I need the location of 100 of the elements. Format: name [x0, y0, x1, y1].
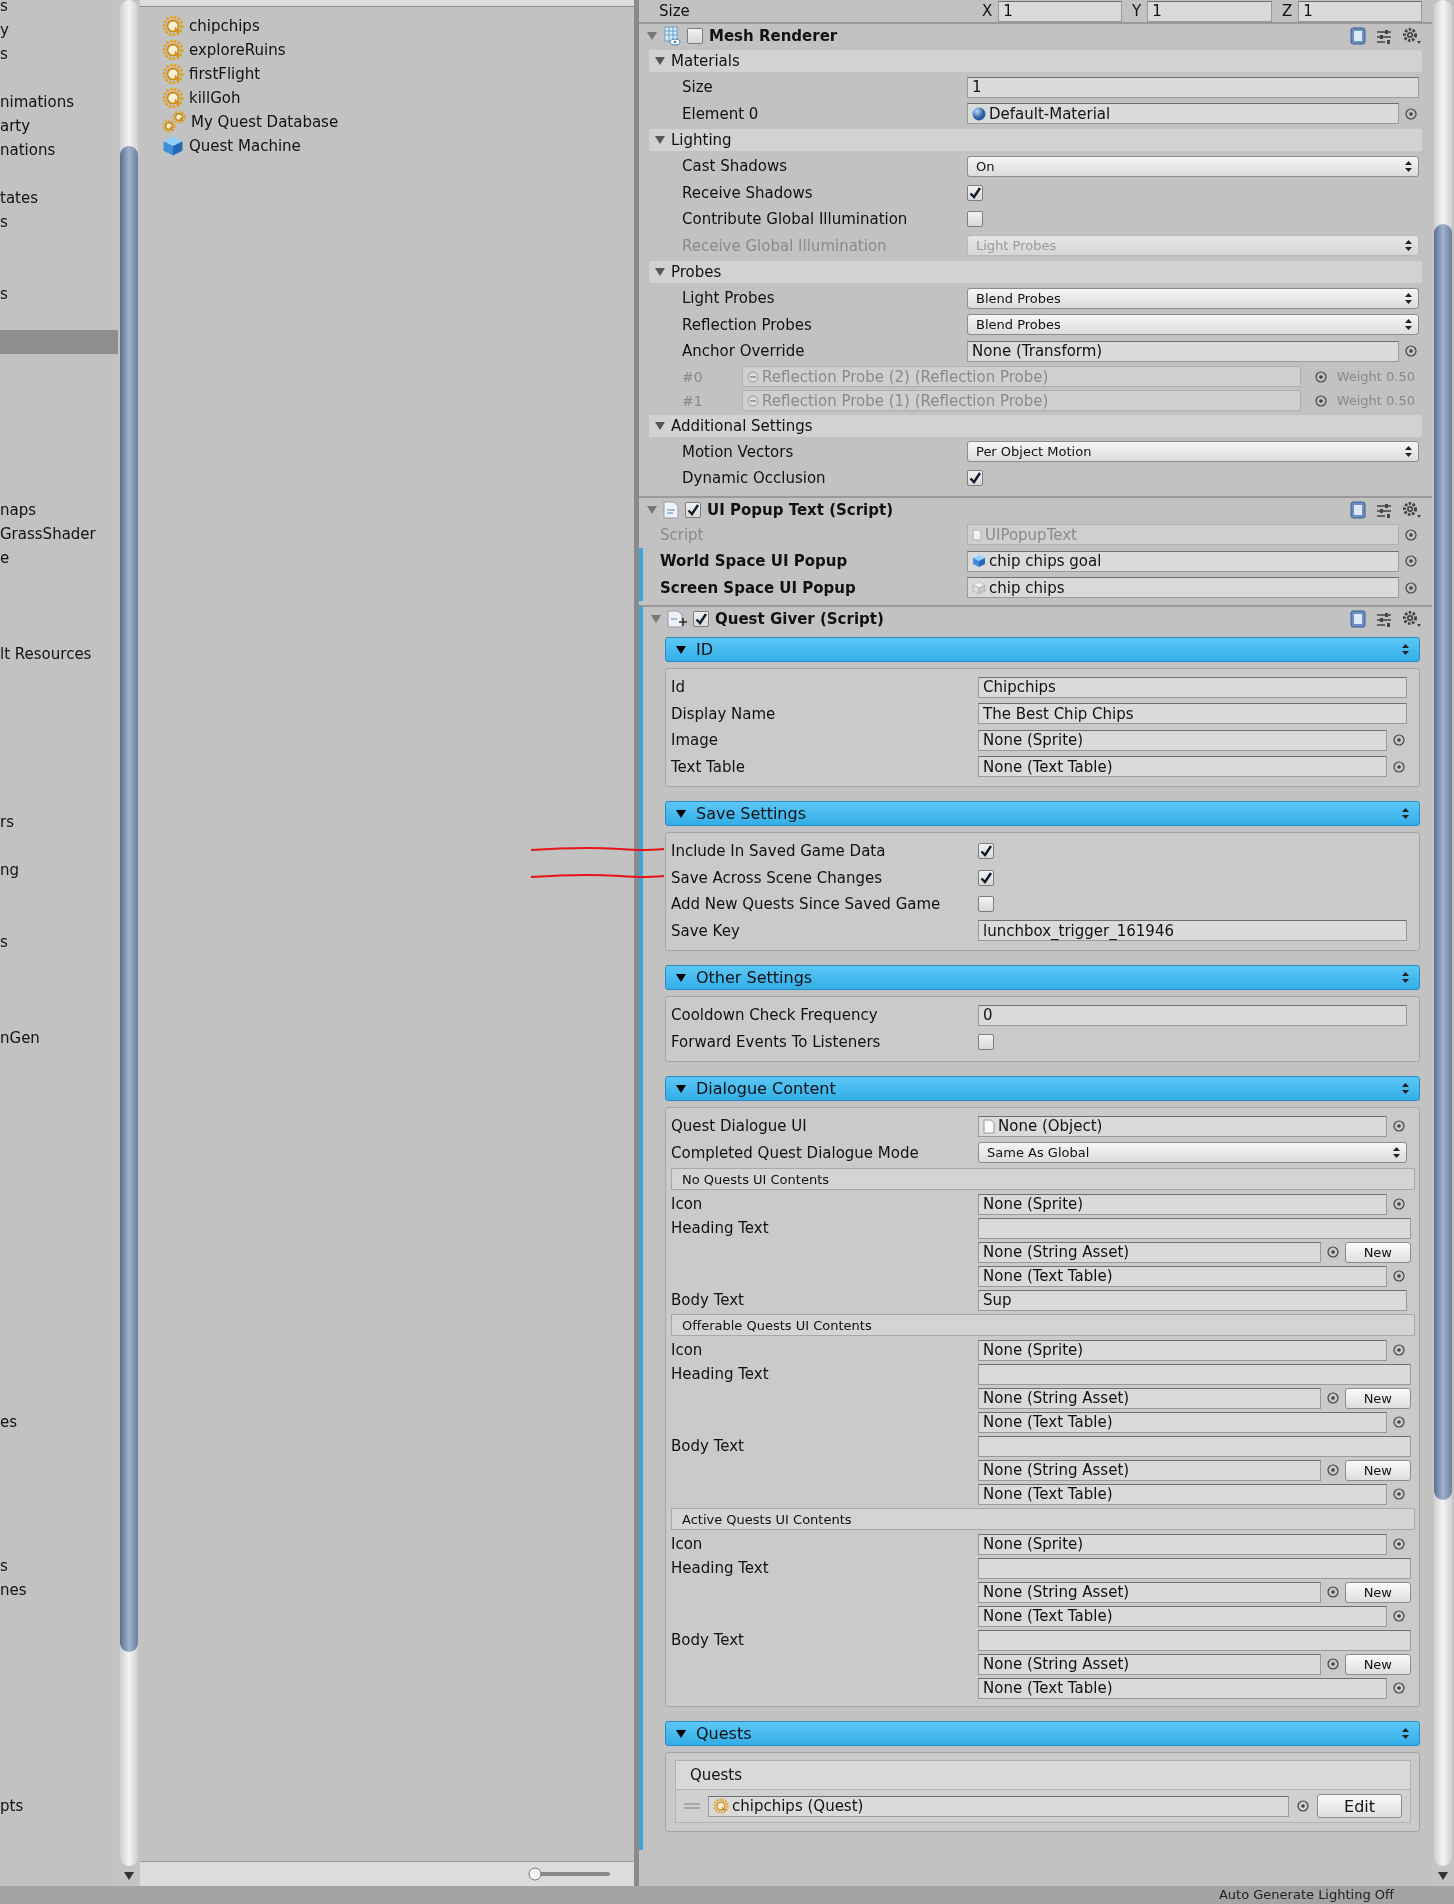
object-picker-icon[interactable]	[1393, 1488, 1405, 1500]
tree-item[interactable]: s	[0, 42, 118, 66]
section-header[interactable]: Other Settings	[665, 965, 1420, 990]
object-picker-icon[interactable]	[1393, 1120, 1405, 1133]
object-field[interactable]: chip chips goal	[967, 550, 1399, 572]
text-field[interactable]	[978, 1435, 1411, 1457]
checkbox[interactable]	[978, 869, 994, 886]
tree-item[interactable]: y	[0, 18, 118, 42]
tree-item[interactable]: nes	[0, 1578, 118, 1602]
dropdown[interactable]: Blend Probes	[967, 287, 1419, 309]
sliders-icon[interactable]	[1376, 611, 1392, 627]
checkbox[interactable]	[967, 470, 983, 487]
object-picker-icon[interactable]	[1326, 1586, 1339, 1598]
object-picker-icon[interactable]	[1326, 1464, 1339, 1476]
foldout-triangle-icon[interactable]	[676, 1083, 686, 1094]
tree-item[interactable]: pts	[0, 1794, 118, 1818]
sliders-icon[interactable]	[1376, 501, 1392, 518]
object-picker-icon[interactable]	[1297, 1800, 1309, 1812]
object-picker-icon[interactable]	[1393, 1416, 1405, 1428]
tree-item[interactable]: lt Resources	[0, 642, 118, 666]
object-field[interactable]: None (Sprite)	[978, 1533, 1387, 1555]
object-picker-icon[interactable]	[1393, 1344, 1405, 1356]
text-field[interactable]	[978, 1363, 1411, 1385]
tree-item[interactable]: GrassShader	[0, 522, 118, 546]
foldout-header[interactable]: Probes	[649, 261, 1422, 283]
tree-item[interactable]: nimations	[0, 90, 118, 114]
asset-item[interactable]: chipchips	[162, 14, 634, 38]
number-field[interactable]: 1	[1147, 0, 1272, 22]
object-picker-icon[interactable]	[1314, 370, 1327, 383]
object-field[interactable]: None (String Asset)	[978, 1387, 1321, 1409]
tree-item[interactable]: s	[0, 0, 118, 18]
object-field[interactable]: None (Text Table)	[978, 1411, 1387, 1433]
new-button[interactable]: New	[1344, 1387, 1411, 1409]
tree-item[interactable]: nations	[0, 138, 118, 162]
text-field[interactable]: 1	[967, 76, 1419, 98]
scrollbar[interactable]	[1434, 0, 1452, 1866]
foldout-triangle-icon[interactable]	[676, 644, 686, 655]
object-picker-icon[interactable]	[1393, 1610, 1405, 1622]
asset-item[interactable]: firstFlight	[162, 62, 634, 86]
object-picker-icon[interactable]	[1393, 734, 1405, 747]
text-field[interactable]	[978, 1217, 1411, 1239]
scrollbar[interactable]	[120, 0, 138, 1866]
tree-item[interactable]: arty	[0, 114, 118, 138]
dropdown[interactable]: Per Object Motion	[967, 441, 1419, 463]
text-field[interactable]: Chipchips	[978, 676, 1407, 698]
object-picker-icon[interactable]	[1405, 345, 1417, 358]
object-field[interactable]: None (String Asset)	[978, 1459, 1321, 1481]
tree-item[interactable]: ng	[0, 858, 118, 882]
object-field[interactable]: None (Text Table)	[978, 1483, 1387, 1505]
checkbox[interactable]	[967, 184, 983, 201]
object-field[interactable]: None (Text Table)	[978, 1605, 1387, 1627]
enable-checkbox[interactable]	[693, 611, 709, 627]
sliders-icon[interactable]	[1376, 28, 1392, 44]
tree-item[interactable]: es	[0, 1410, 118, 1434]
drag-handle-icon[interactable]	[684, 1802, 700, 1810]
tree-item[interactable]: s	[0, 282, 118, 306]
gear-icon[interactable]	[1402, 610, 1422, 628]
text-field[interactable]: lunchbox_trigger_161946	[978, 920, 1407, 942]
section-header[interactable]: Dialogue Content	[665, 1076, 1420, 1101]
section-header[interactable]: Save Settings	[665, 801, 1420, 826]
object-picker-icon[interactable]	[1393, 1198, 1405, 1210]
tree-item[interactable]: s	[0, 930, 118, 954]
text-field[interactable]: Sup	[978, 1289, 1407, 1311]
section-header[interactable]: Quests	[665, 1721, 1420, 1746]
scroll-down-arrow-icon[interactable]	[124, 1872, 134, 1880]
edit-button[interactable]: Edit	[1317, 1794, 1402, 1818]
object-picker-icon[interactable]	[1326, 1392, 1339, 1404]
dropdown[interactable]: On	[967, 155, 1419, 177]
text-field[interactable]: 0	[978, 1004, 1407, 1026]
object-picker-icon[interactable]	[1314, 394, 1327, 407]
object-field[interactable]: None (Text Table)	[978, 1677, 1387, 1699]
tree-item[interactable]: naps	[0, 498, 118, 522]
gear-icon[interactable]	[1402, 27, 1422, 45]
scroll-down-arrow-icon[interactable]	[1438, 1872, 1448, 1880]
zoom-slider[interactable]	[528, 1867, 612, 1881]
tree-item[interactable]: e	[0, 546, 118, 570]
tree-item[interactable]: rs	[0, 810, 118, 834]
asset-item[interactable]: exploreRuins	[162, 38, 634, 62]
new-button[interactable]: New	[1344, 1581, 1411, 1603]
object-field[interactable]: Default-Material	[967, 103, 1399, 125]
enable-checkbox[interactable]	[687, 28, 703, 44]
foldout-triangle-icon[interactable]	[676, 1728, 686, 1739]
foldout-header[interactable]: Lighting	[649, 129, 1422, 151]
tree-item[interactable]: nGen	[0, 1026, 118, 1050]
tree-item[interactable]: tates	[0, 186, 118, 210]
checkbox[interactable]	[978, 896, 994, 913]
foldout-header[interactable]: Materials	[649, 50, 1422, 72]
object-picker-icon[interactable]	[1405, 555, 1417, 568]
object-field[interactable]: None (Sprite)	[978, 1339, 1387, 1361]
text-field[interactable]	[978, 1557, 1411, 1579]
object-field[interactable]: chipchips (Quest)	[708, 1795, 1289, 1817]
foldout-triangle-icon[interactable]	[676, 808, 686, 819]
foldout-triangle-icon[interactable]	[655, 420, 665, 431]
foldout-triangle-icon[interactable]	[655, 56, 665, 66]
object-picker-icon[interactable]	[1405, 581, 1417, 594]
foldout-triangle-icon[interactable]	[655, 267, 665, 277]
object-field[interactable]: None (Object)	[978, 1115, 1387, 1137]
asset-item[interactable]: My Quest Database	[162, 110, 634, 134]
number-field[interactable]: 1	[1298, 0, 1422, 22]
object-picker-icon[interactable]	[1405, 528, 1417, 541]
